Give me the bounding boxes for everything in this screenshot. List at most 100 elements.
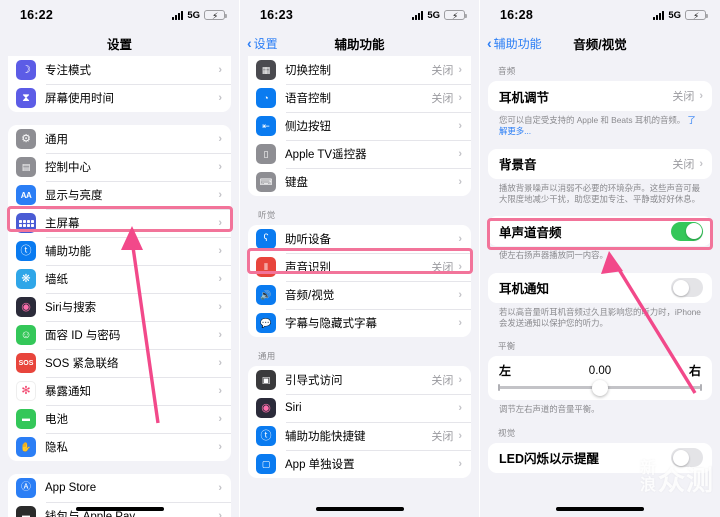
sidebar-item-siri[interactable]: ◉ Siri与搜索 › xyxy=(8,293,231,321)
group-mono-audio: 单声道音频 xyxy=(488,216,712,247)
sidebar-item-exposure[interactable]: ✻ 暴露通知 › xyxy=(8,377,231,405)
footnote-headphone: 您可以自定受支持的 Apple 和 Beats 耳机的音频。 了解更多... xyxy=(488,111,712,138)
list-item[interactable]: ▢ App 单独设置 › xyxy=(248,450,471,478)
status-bar: 16:28 5G ⚡ xyxy=(480,0,720,30)
list-item-label: Siri xyxy=(285,402,302,414)
accessibility-list[interactable]: ▦ 切换控制 关闭 › ◔ 语音控制 关闭 › ⇤ 侧边按钮 › ▯ Apple… xyxy=(240,56,479,517)
setting-row-mono-audio[interactable]: 单声道音频 xyxy=(488,216,712,246)
balance-slider-track[interactable] xyxy=(498,379,702,396)
list-item-label: 主屏幕 xyxy=(45,218,80,230)
sidebar-item-sos[interactable]: SOS SOS 紧急联络 › xyxy=(8,349,231,377)
chevron-right-icon: › xyxy=(218,64,222,76)
sidebar-item-wallpaper[interactable]: ❋ 墙纸 › xyxy=(8,265,231,293)
chevron-right-icon: › xyxy=(458,458,462,470)
setting-value: 关闭 xyxy=(672,158,695,171)
sidebar-item-privacy[interactable]: ✋ 隐私 › xyxy=(8,433,231,461)
chevron-right-icon: › xyxy=(458,402,462,414)
list-item-label: 暴露通知 xyxy=(45,386,91,398)
chevron-right-icon: › xyxy=(458,261,462,273)
back-button[interactable]: ‹ 辅助功能 xyxy=(487,30,542,56)
phone-panel-audio-visual: 16:28 5G ⚡ ‹ 辅助功能 音频/视觉 音频 耳机调节 关闭 › 您可以… xyxy=(480,0,720,517)
balance-slider-thumb[interactable] xyxy=(592,379,608,396)
list-item[interactable]: ⧗ 屏幕使用时间 › xyxy=(8,84,231,112)
list-item[interactable]: ⇤ 侧边按钮 › xyxy=(248,112,471,140)
battery-icon: ▬ xyxy=(16,409,36,429)
list-item-value: 关闭 xyxy=(431,431,454,443)
keyboard-icon: ⌨ xyxy=(256,172,276,192)
chevron-right-icon: › xyxy=(458,289,462,301)
accessibility-shortcut-icon: ⓣ xyxy=(256,426,276,446)
list-item[interactable]: ⓣ 辅助功能快捷键 关闭 › xyxy=(248,422,471,450)
chevron-right-icon: › xyxy=(218,189,222,201)
list-item-label: 切换控制 xyxy=(285,65,331,77)
section-header-visual: 视觉 xyxy=(498,427,516,438)
home-indicator xyxy=(315,507,404,511)
headphone-notifications-toggle[interactable] xyxy=(671,278,703,298)
status-indicators: 5G ⚡ xyxy=(171,9,227,21)
balance-labels: 左 0.00 右 xyxy=(499,362,701,379)
general-gear-icon: ⚙ xyxy=(16,129,36,149)
list-item[interactable]: ⌨ 键盘 › xyxy=(248,168,471,196)
chevron-right-icon: › xyxy=(458,120,462,132)
setting-row-headphone-notifications[interactable]: 耳机通知 xyxy=(488,273,712,303)
control-center-icon: ▤ xyxy=(16,157,36,177)
list-item[interactable]: ◔ 语音控制 关闭 › xyxy=(248,84,471,112)
sidebar-item-accessibility[interactable]: ⓣ 辅助功能 › xyxy=(8,237,231,265)
watermark-zhongce: 众测 xyxy=(658,466,714,497)
list-item-label: 控制中心 xyxy=(45,162,91,174)
list-item-label: 面容 ID 与密码 xyxy=(45,330,121,342)
list-item[interactable]: ▣ 引导式访问 关闭 › xyxy=(248,366,471,394)
group-background-sounds: 背景音 关闭 › xyxy=(488,148,712,179)
sidebar-item-audio-visual[interactable]: 🔊 音频/视觉 › xyxy=(248,281,471,309)
nav-bar: 设置 xyxy=(0,30,239,56)
settings-list[interactable]: ☽ 专注模式 › ⧗ 屏幕使用时间 › ⚙ 通用 › ▤ 控制中心 › AA 显… xyxy=(0,56,239,517)
sidebar-item-face-id[interactable]: ☺ 面容 ID 与密码 › xyxy=(8,321,231,349)
network-type-label: 5G xyxy=(187,9,200,21)
list-item[interactable]: ▯ Apple TV遥控器 › xyxy=(248,140,471,168)
face-id-icon: ☺ xyxy=(16,325,36,345)
list-item[interactable]: 💬 字幕与隐藏式字幕 › xyxy=(248,309,471,337)
list-item-label: 隐私 xyxy=(45,442,68,454)
hearing-devices-icon: ʕ xyxy=(256,229,276,249)
sidebar-item-battery[interactable]: ▬ 电池 › xyxy=(8,405,231,433)
status-bar: 16:23 5G ⚡ xyxy=(240,0,479,30)
list-item-value: 关闭 xyxy=(431,375,454,387)
sidebar-item-general[interactable]: ⚙ 通用 › xyxy=(8,125,231,153)
list-item[interactable]: ⦀ 声音识别 关闭 › xyxy=(248,253,471,281)
chevron-right-icon: › xyxy=(458,317,462,329)
sidebar-item-control-center[interactable]: ▤ 控制中心 › xyxy=(8,153,231,181)
list-item-label: SOS 紧急联络 xyxy=(45,358,119,370)
setting-label: 背景音 xyxy=(499,158,537,173)
nav-bar: ‹ 设置 辅助功能 xyxy=(240,30,479,56)
chevron-right-icon: › xyxy=(218,510,222,517)
status-time: 16:28 xyxy=(500,8,533,22)
mono-audio-toggle[interactable] xyxy=(671,221,703,241)
sidebar-item-app-store[interactable]: Ⓐ App Store › xyxy=(8,474,231,502)
sidebar-item-display[interactable]: AA 显示与亮度 › xyxy=(8,181,231,209)
screentime-hourglass-icon: ⧗ xyxy=(16,88,36,108)
apple-tv-remote-icon: ▯ xyxy=(256,144,276,164)
setting-row-headphone-accommodations[interactable]: 耳机调节 关闭 › xyxy=(488,81,712,111)
chevron-left-icon: ‹ xyxy=(487,35,492,51)
network-type-label: 5G xyxy=(427,9,440,21)
chevron-left-icon: ‹ xyxy=(247,35,252,51)
footnote-balance: 调节左右声道的音量平衡。 xyxy=(499,404,600,415)
setting-row-background-sounds[interactable]: 背景音 关闭 › xyxy=(488,149,712,179)
back-button[interactable]: ‹ 设置 xyxy=(247,30,278,56)
signal-bars-icon xyxy=(652,10,665,20)
list-item[interactable]: ▦ 切换控制 关闭 › xyxy=(248,56,471,84)
chevron-right-icon: › xyxy=(458,233,462,245)
sidebar-item-home-screen[interactable]: 主屏幕 › xyxy=(8,209,231,237)
audio-visual-list[interactable]: 音频 耳机调节 关闭 › 您可以自定受支持的 Apple 和 Beats 耳机的… xyxy=(480,56,720,517)
chevron-right-icon: › xyxy=(218,385,222,397)
section-header-audio: 音频 xyxy=(498,66,516,76)
list-item[interactable]: ʕ 助听设备 › xyxy=(248,225,471,253)
signal-bars-icon xyxy=(171,10,184,20)
status-bar: 16:22 5G ⚡ xyxy=(0,0,239,30)
balance-slider-container[interactable]: 左 0.00 右 xyxy=(488,356,712,400)
status-time: 16:23 xyxy=(260,8,293,22)
list-item-label: 声音识别 xyxy=(285,262,331,274)
list-item[interactable]: ◉ Siri › xyxy=(248,394,471,422)
accessibility-group-hearing: ʕ 助听设备 › ⦀ 声音识别 关闭 › 🔊 音频/视觉 › 💬 字幕与隐藏式字… xyxy=(248,225,471,337)
list-item[interactable]: ☽ 专注模式 › xyxy=(8,56,231,84)
